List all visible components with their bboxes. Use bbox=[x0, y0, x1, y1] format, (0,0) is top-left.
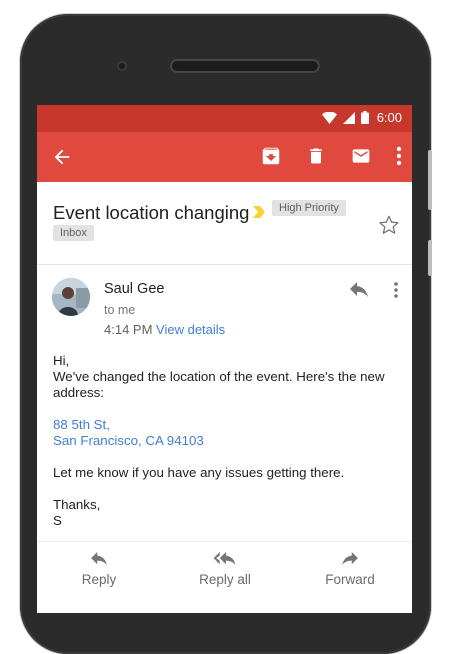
body-line: address: bbox=[53, 385, 104, 400]
label-high-priority[interactable]: High Priority bbox=[272, 200, 346, 216]
action-footer: Reply Reply all Forward bbox=[37, 541, 412, 613]
wifi-icon bbox=[321, 111, 337, 124]
body-greeting: Hi, bbox=[53, 353, 70, 368]
body-line: We've changed the location of the event.… bbox=[53, 369, 385, 384]
status-bar: 6:00 bbox=[37, 105, 412, 132]
body-signoff: Thanks, bbox=[53, 497, 101, 512]
reply-all-button[interactable]: Reply all bbox=[175, 552, 275, 587]
status-time: 6:00 bbox=[376, 110, 402, 125]
message-meta: 4:14 PM View details bbox=[104, 322, 225, 337]
view-details-link[interactable]: View details bbox=[156, 322, 225, 337]
more-vert-icon[interactable] bbox=[394, 282, 398, 298]
battery-icon bbox=[360, 111, 369, 124]
app-bar bbox=[37, 132, 412, 182]
forward-button[interactable]: Forward bbox=[300, 552, 400, 587]
arrow-back-icon[interactable] bbox=[51, 146, 73, 168]
reply-label: Reply bbox=[81, 572, 117, 587]
more-vert-icon[interactable] bbox=[396, 146, 402, 166]
front-camera bbox=[117, 61, 127, 71]
email-subject: Event location changing bbox=[53, 202, 250, 223]
address-link[interactable]: San Francisco, CA 94103 bbox=[53, 433, 385, 449]
screen: 6:00 Event location changing High Priori… bbox=[37, 105, 412, 613]
reply-all-icon bbox=[213, 552, 236, 566]
avatar[interactable] bbox=[52, 278, 90, 316]
message-time: 4:14 PM bbox=[104, 322, 153, 337]
subject-header: Event location changing bbox=[37, 182, 412, 265]
archive-icon[interactable] bbox=[260, 145, 282, 167]
reply-icon bbox=[91, 552, 107, 566]
delete-icon[interactable] bbox=[306, 145, 326, 167]
forward-icon bbox=[342, 552, 358, 566]
body-signature: S bbox=[53, 513, 62, 528]
recipient-text: to me bbox=[104, 303, 136, 317]
reply-all-label: Reply all bbox=[199, 572, 251, 587]
sender-name: Saul Gee bbox=[104, 281, 165, 297]
importance-marker-icon[interactable] bbox=[252, 204, 266, 220]
sender-header: Saul Gee to me 4:14 PM View details bbox=[37, 265, 412, 347]
body-line: Let me know if you have any issues getti… bbox=[53, 465, 345, 480]
volume-button bbox=[428, 150, 432, 210]
power-button bbox=[428, 240, 432, 276]
speaker-grille bbox=[170, 59, 320, 73]
address-link[interactable]: 88 5th St, bbox=[53, 417, 385, 433]
reply-button[interactable]: Reply bbox=[49, 552, 149, 587]
forward-label: Forward bbox=[325, 572, 375, 587]
signal-icon bbox=[342, 111, 355, 124]
label-inbox[interactable]: Inbox bbox=[53, 225, 94, 241]
reply-icon[interactable] bbox=[349, 282, 369, 298]
mail-icon[interactable] bbox=[350, 146, 372, 166]
email-body: Hi, We've changed the location of the ev… bbox=[53, 353, 385, 529]
star-icon[interactable] bbox=[378, 214, 400, 236]
